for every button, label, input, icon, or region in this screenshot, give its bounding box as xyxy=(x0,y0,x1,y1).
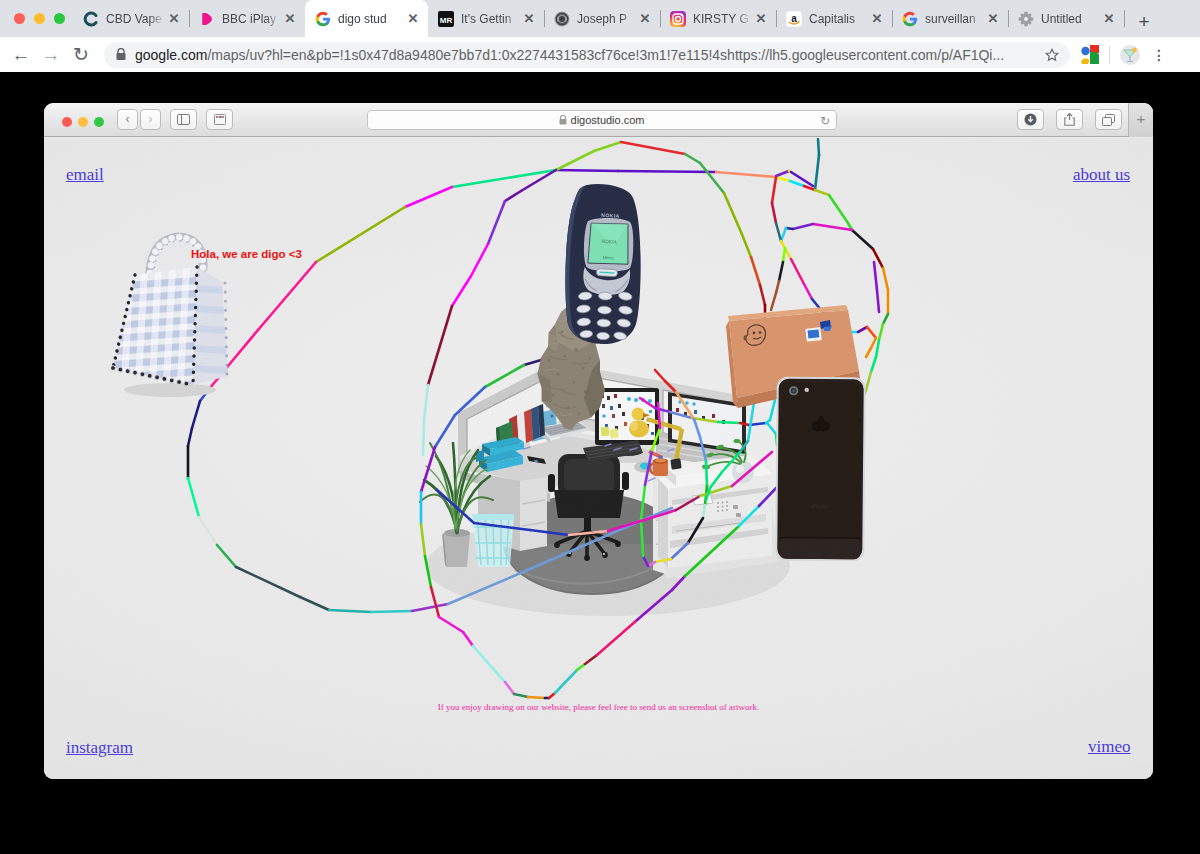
photo-grain-overlay xyxy=(44,138,1153,779)
forward-button[interactable]: → xyxy=(36,44,66,66)
crest-coin-icon xyxy=(554,11,570,27)
mac-zoom-button[interactable] xyxy=(54,13,65,24)
tab-capitalis[interactable]: a Capitalis✕ xyxy=(776,0,892,37)
tab-title: Capitalis xyxy=(809,12,870,26)
digostudio-page: email about us instagram vimeo xyxy=(44,138,1153,779)
new-tab-button[interactable]: + xyxy=(1130,9,1158,37)
safari-window-screenshot: ‹ › digostudio.com ↻ + xyxy=(44,103,1153,779)
svg-text:a: a xyxy=(791,12,797,23)
safari-refresh-icon: ↻ xyxy=(820,112,830,130)
tab-bbc-iplay[interactable]: BBC iPlay✕ xyxy=(189,0,305,37)
safari-newtab-button: + xyxy=(1128,103,1153,137)
tab-close-icon[interactable]: ✕ xyxy=(283,12,297,26)
tab-close-icon[interactable]: ✕ xyxy=(754,12,768,26)
tab-close-icon[interactable]: ✕ xyxy=(167,12,181,26)
tab-title: Untitled xyxy=(1041,12,1102,26)
reload-button[interactable]: ↻ xyxy=(66,43,96,66)
chrome-menu-icon[interactable]: ⋮ xyxy=(1152,47,1166,63)
back-button[interactable]: ← xyxy=(6,44,36,66)
safari-url-text: digostudio.com xyxy=(571,114,645,126)
toolbar-divider xyxy=(1109,46,1110,64)
tab-list: CBD Vape✕BBC iPlay✕digo stud✕MRIt's Gett… xyxy=(73,0,1158,37)
safari-lock-icon xyxy=(559,115,567,125)
url-text: google.com/maps/uv?hl=en&pb=!1s0x47d8a94… xyxy=(135,47,1036,63)
tab-title: digo stud xyxy=(338,12,406,26)
tab-close-icon[interactable]: ✕ xyxy=(986,12,1000,26)
safari-share-button xyxy=(1056,109,1083,130)
instagram-icon xyxy=(670,11,686,27)
tab-separator xyxy=(1124,10,1125,27)
tab-title: surveillan xyxy=(925,12,986,26)
lock-icon xyxy=(116,48,126,61)
tab-digo-stud[interactable]: digo stud✕ xyxy=(305,0,428,37)
bbc-iplayer-icon xyxy=(199,11,215,27)
chrome-tab-strip: CBD Vape✕BBC iPlay✕digo stud✕MRIt's Gett… xyxy=(0,0,1200,37)
google-extension-icon[interactable] xyxy=(1080,45,1099,64)
tab-title: It's Gettin xyxy=(461,12,522,26)
safari-sidebar-button xyxy=(170,109,197,130)
amazon-a-icon: a xyxy=(786,11,802,27)
tab-close-icon[interactable]: ✕ xyxy=(406,12,420,26)
tab-title: Joseph P xyxy=(577,12,638,26)
safari-toolbar: ‹ › digostudio.com ↻ + xyxy=(44,103,1153,137)
address-bar[interactable]: google.com/maps/uv?hl=en&pb=!1s0x47d8a94… xyxy=(104,42,1070,68)
mac-minimize-button[interactable] xyxy=(34,13,45,24)
tab-untitled[interactable]: Untitled✕ xyxy=(1008,0,1124,37)
tab-it-s-gettin[interactable]: MR It's Gettin✕ xyxy=(428,0,544,37)
artwork-canvas[interactable]: NOKIA NOKIA Menu xyxy=(44,138,1153,779)
photo-viewer-background: ‹ › digostudio.com ↻ + xyxy=(0,72,1200,854)
tab-title: CBD Vape xyxy=(106,12,167,26)
safari-tabs-button xyxy=(1095,109,1122,130)
safari-zoom-button xyxy=(94,117,104,127)
safari-close-button xyxy=(62,117,72,127)
cbd-c-icon xyxy=(83,11,99,27)
footer-note: If you enjoy drawing on our website, ple… xyxy=(44,702,1153,712)
mac-close-button[interactable] xyxy=(14,13,25,24)
safari-back-button: ‹ xyxy=(117,109,138,130)
safari-minimize-button xyxy=(78,117,88,127)
svg-text:MR: MR xyxy=(440,15,453,24)
chrome-toolbar: ← → ↻ google.com/maps/uv?hl=en&pb=!1s0x4… xyxy=(0,37,1200,72)
tab-close-icon[interactable]: ✕ xyxy=(522,12,536,26)
google-g-icon xyxy=(902,11,918,27)
tab-kirsty-g[interactable]: KIRSTY G✕ xyxy=(660,0,776,37)
tab-surveillan[interactable]: surveillan✕ xyxy=(892,0,1008,37)
cocktail-glass-icon xyxy=(1120,45,1140,65)
tab-joseph-p[interactable]: Joseph P✕ xyxy=(544,0,660,37)
safari-forward-button: › xyxy=(140,109,161,130)
tab-title: KIRSTY G xyxy=(693,12,754,26)
gray-pinwheel-icon xyxy=(1018,11,1034,27)
tab-close-icon[interactable]: ✕ xyxy=(870,12,884,26)
tab-close-icon[interactable]: ✕ xyxy=(1102,12,1116,26)
safari-address-field: digostudio.com ↻ xyxy=(367,110,837,130)
profile-avatar[interactable] xyxy=(1120,45,1140,65)
tab-title: BBC iPlay xyxy=(222,12,283,26)
bookmark-star-icon[interactable] xyxy=(1044,47,1060,63)
safari-topsites-button xyxy=(206,109,233,130)
hola-text: Hola, we are digo <3 xyxy=(191,248,302,260)
safari-downloads-button xyxy=(1017,109,1044,130)
mr-black-icon: MR xyxy=(438,11,454,27)
tab-close-icon[interactable]: ✕ xyxy=(638,12,652,26)
google-g-icon xyxy=(315,11,331,27)
tab-cbd-vape[interactable]: CBD Vape✕ xyxy=(73,0,189,37)
